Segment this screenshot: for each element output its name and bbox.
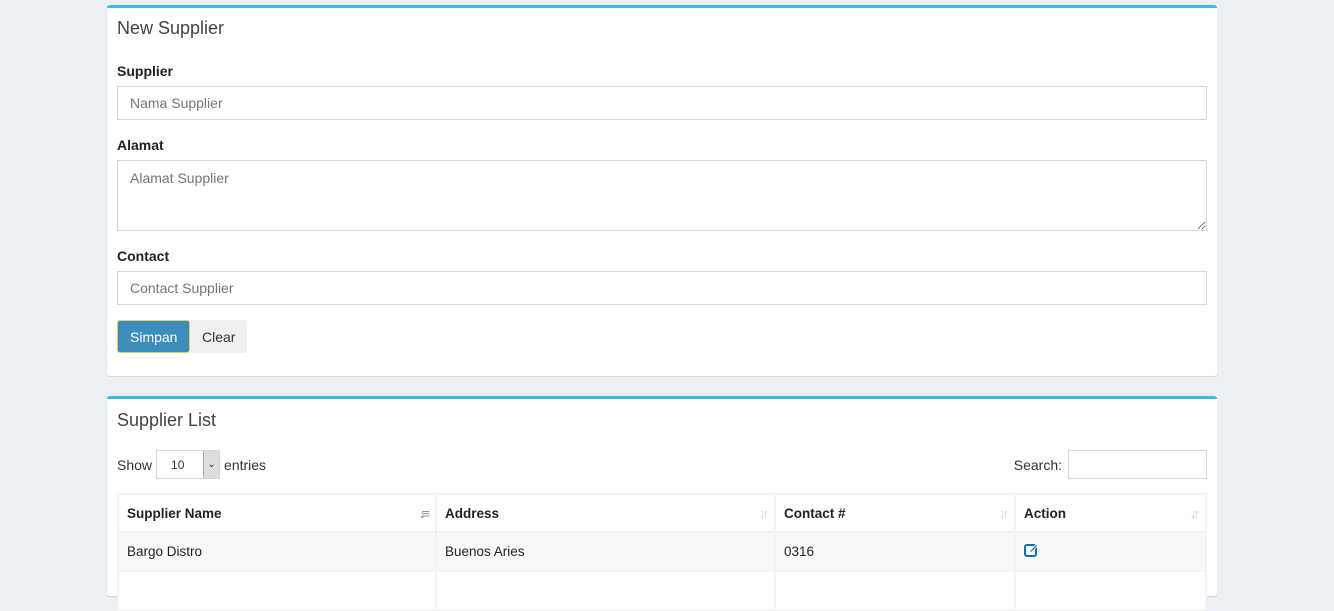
search-input[interactable]: [1068, 450, 1207, 479]
column-label: Contact #: [784, 505, 846, 521]
column-address[interactable]: Address ↓↑: [435, 493, 776, 533]
entries-label: entries: [224, 456, 267, 473]
column-supplier-name[interactable]: Supplier Name ↓≡: [117, 493, 437, 533]
supplier-table: Supplier Name ↓≡ Address ↓↑ Contact # ↓↑ Ac…: [117, 493, 1207, 611]
cell-name: Bargo Distro: [117, 531, 437, 572]
cell-contact: 0316: [774, 531, 1016, 572]
column-label: Supplier Name: [127, 505, 222, 521]
cell-action: [1014, 531, 1207, 572]
sort-icon: ↓↑: [999, 506, 1009, 521]
alamat-textarea[interactable]: [117, 160, 1207, 231]
sort-icon: ↓↑: [1190, 506, 1200, 521]
panel-title: New Supplier: [117, 18, 225, 38]
sort-asc-icon: ↓≡: [418, 506, 430, 521]
save-button[interactable]: Simpan: [117, 320, 191, 353]
sort-icon: ↓↑: [759, 506, 769, 521]
show-label: Show: [117, 456, 153, 473]
entries-value: 10: [171, 457, 185, 472]
clear-button[interactable]: Clear: [190, 320, 248, 353]
supplier-list-panel: Supplier List Show 10 ⌄ entries Search: …: [107, 396, 1217, 611]
contact-input[interactable]: [117, 271, 1207, 305]
chevron-down-icon: ⌄: [203, 451, 220, 478]
new-supplier-panel: New Supplier Supplier Alamat Contact Sim…: [107, 5, 1217, 376]
contact-label: Contact: [117, 248, 170, 264]
edit-icon[interactable]: [1024, 543, 1039, 557]
cell-address: Buenos Aries: [435, 531, 776, 572]
supplier-label: Supplier: [117, 63, 174, 79]
column-action[interactable]: Action ↓↑: [1014, 493, 1207, 533]
length-control: Show 10 ⌄ entries: [117, 450, 266, 479]
panel-title: Supplier List: [117, 410, 217, 430]
table-row: Bargo Distro Buenos Aries 0316: [117, 531, 1207, 572]
alamat-label: Alamat: [117, 137, 164, 153]
table-row: [117, 570, 1207, 611]
column-label: Address: [445, 505, 500, 521]
column-contact[interactable]: Contact # ↓↑: [774, 493, 1016, 533]
table-header: Supplier Name ↓≡ Address ↓↑ Contact # ↓↑ Ac…: [117, 493, 1207, 533]
search-control: Search:: [1014, 450, 1207, 479]
search-label: Search:: [1013, 456, 1062, 473]
entries-select[interactable]: 10 ⌄: [156, 450, 221, 479]
column-label: Action: [1024, 505, 1066, 521]
supplier-input[interactable]: [117, 86, 1207, 120]
